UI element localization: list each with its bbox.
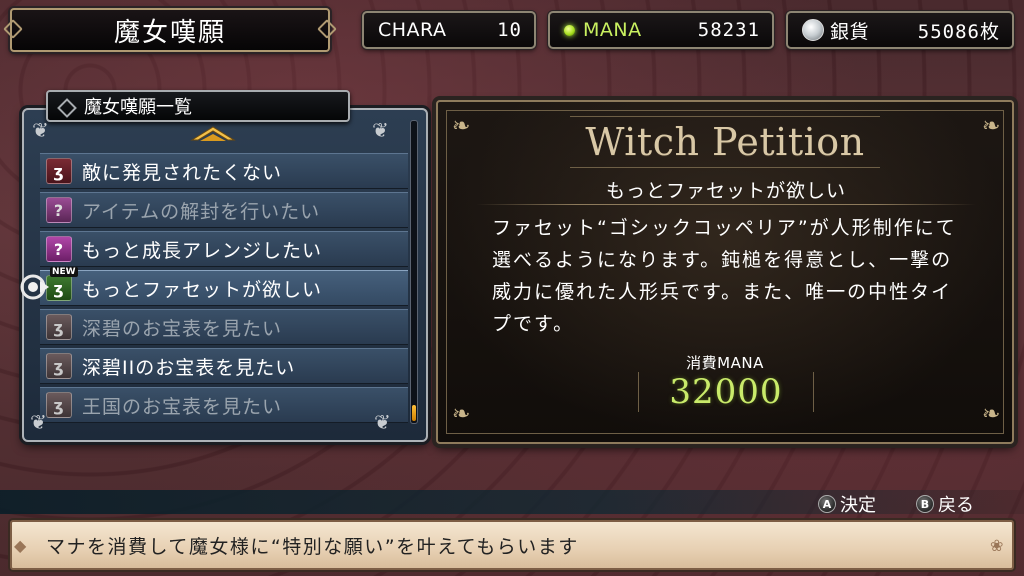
wish-description: ファセット“ゴシックコッペリア”が人形制作にて選べるようになります。鈍槌を得意と… bbox=[492, 217, 957, 335]
question-icon: ? bbox=[46, 236, 72, 262]
chara-value: 10 bbox=[497, 19, 522, 41]
silver-coin-icon bbox=[802, 19, 824, 41]
petition-item[interactable]: ʒ 王国のお宝表を見たい bbox=[40, 387, 408, 423]
message-ornament-icon: ◆ bbox=[14, 536, 27, 555]
detail-corner-ornament-icon: ❧ bbox=[982, 402, 1001, 427]
wish-name: もっとファセットが欲しい bbox=[605, 180, 846, 202]
petition-item-label: アイテムの解封を行いたい bbox=[82, 200, 321, 223]
petition-item-label: 深碧のお宝表を見たい bbox=[82, 317, 283, 340]
screen-title-plate: 魔女嘆願 bbox=[3, 8, 337, 52]
scroll-up-arrow-icon[interactable] bbox=[186, 124, 240, 142]
detail-corner-ornament-icon: ❧ bbox=[452, 114, 471, 139]
confirm-hint[interactable]: A 決定 bbox=[818, 491, 876, 517]
petition-icon: ʒ bbox=[46, 392, 72, 418]
back-hint[interactable]: B 戻る bbox=[916, 491, 974, 517]
petition-icon: ʒ bbox=[46, 158, 72, 184]
petition-item-label: 敵に発見されたくない bbox=[82, 161, 283, 184]
chara-label: CHARA bbox=[378, 19, 447, 41]
petition-item-label: 王国のお宝表を見たい bbox=[82, 395, 283, 418]
new-badge: NEW bbox=[50, 267, 78, 277]
list-scrollbar[interactable] bbox=[410, 120, 418, 424]
detail-heading: Witch Petition bbox=[570, 116, 880, 168]
petition-item-label: 深碧IIのお宝表を見たい bbox=[82, 356, 296, 379]
question-icon: ? bbox=[46, 197, 72, 223]
petition-item-label: もっとファセットが欲しい bbox=[82, 278, 323, 301]
mana-orb-icon bbox=[564, 24, 575, 36]
petition-list: ʒ 敵に発見されたくない ? アイテムの解封を行いたい ? もっと成長アレンジし… bbox=[40, 153, 408, 426]
list-corner-ornament-icon: ❦ bbox=[32, 118, 49, 142]
screen-title: 魔女嘆願 bbox=[113, 17, 226, 48]
confirm-label: 決定 bbox=[840, 495, 876, 516]
detail-corner-ornament-icon: ❧ bbox=[982, 114, 1001, 139]
b-button-icon: B bbox=[916, 495, 934, 513]
petition-item[interactable]: ʒ 敵に発見されたくない bbox=[40, 153, 408, 189]
help-message-bar: マナを消費して魔女様に“特別な願い”を叶えてもらいます bbox=[10, 520, 1014, 570]
mana-value: 58231 bbox=[697, 19, 760, 41]
detail-divider bbox=[476, 204, 976, 205]
petition-icon: ʒ bbox=[46, 353, 72, 379]
detail-corner-ornament-icon: ❧ bbox=[452, 402, 471, 427]
selection-cursor-icon bbox=[20, 274, 49, 300]
message-ornament-icon: ❀ bbox=[990, 536, 1004, 555]
petition-item[interactable]: ʒ 深碧のお宝表を見たい bbox=[40, 309, 408, 345]
mana-cost-value: 32000 bbox=[669, 372, 783, 412]
mana-cost-box: 32000 bbox=[638, 372, 814, 412]
back-label: 戻る bbox=[938, 495, 974, 516]
coin-counter: 銀貨 55086枚 bbox=[786, 11, 1014, 49]
chara-counter: CHARA 10 bbox=[362, 11, 536, 49]
mana-label: MANA bbox=[583, 19, 642, 41]
mana-cost-label: 消費MANA bbox=[686, 354, 764, 372]
petition-item[interactable]: ? もっと成長アレンジしたい bbox=[40, 231, 408, 267]
petition-list-title: 魔女嘆願一覧 bbox=[46, 90, 350, 122]
help-message: マナを消費して魔女様に“特別な願い”を叶えてもらいます bbox=[46, 535, 579, 558]
title-ornament-right-icon bbox=[317, 19, 337, 39]
petition-item[interactable]: ʒ 深碧IIのお宝表を見たい bbox=[40, 348, 408, 384]
detail-heading-text: Witch Petition bbox=[585, 120, 865, 164]
a-button-icon: A bbox=[818, 495, 836, 513]
list-corner-ornament-icon: ❦ bbox=[372, 118, 389, 142]
petition-item-label: もっと成長アレンジしたい bbox=[82, 239, 323, 262]
list-scrollbar-thumb[interactable] bbox=[412, 405, 416, 421]
mana-counter: MANA 58231 bbox=[548, 11, 774, 49]
coin-value: 55086枚 bbox=[917, 20, 1000, 43]
list-corner-ornament-icon: ❦ bbox=[30, 410, 47, 434]
title-ornament-left-icon bbox=[3, 19, 23, 39]
petition-item-selected[interactable]: ʒ NEW もっとファセットが欲しい bbox=[40, 267, 408, 306]
list-corner-ornament-icon: ❦ bbox=[374, 410, 391, 434]
coin-label: 銀貨 bbox=[830, 20, 870, 43]
petition-icon: ʒ bbox=[46, 314, 72, 340]
petition-item[interactable]: ? アイテムの解封を行いたい bbox=[40, 192, 408, 228]
